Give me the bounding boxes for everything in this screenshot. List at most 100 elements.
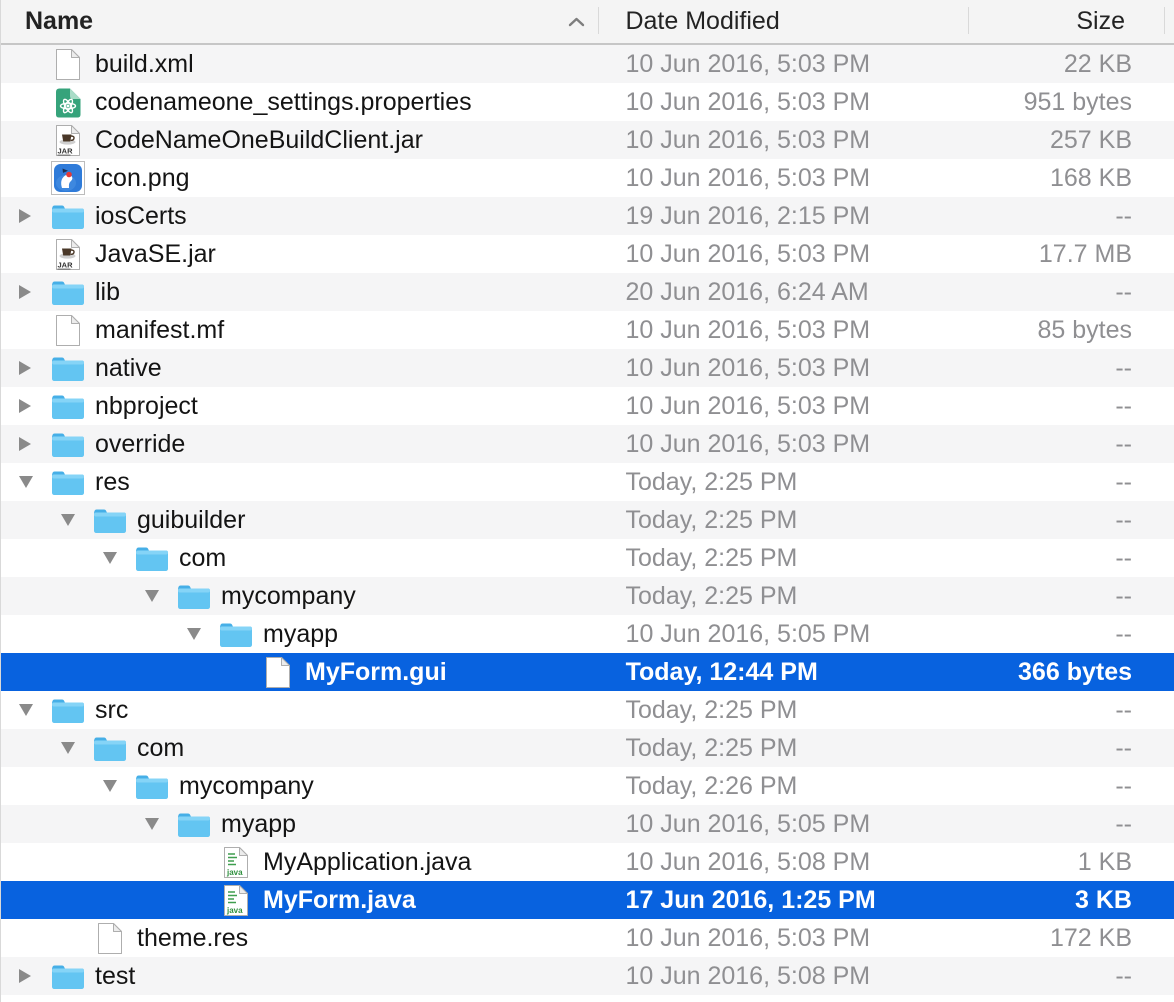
column-header-name[interactable]: Name [1, 0, 598, 43]
file-name-label: theme.res [137, 924, 248, 953]
file-name-label: icon.png [95, 164, 190, 193]
file-row[interactable]: com Today, 2:25 PM -- [1, 729, 1174, 767]
date-modified-cell: Today, 2:25 PM [599, 544, 969, 573]
disclosure-triangle[interactable] [19, 349, 45, 387]
size-cell: -- [968, 430, 1174, 459]
name-cell: mycompany [1, 577, 599, 615]
disclosure-triangle[interactable] [19, 197, 45, 235]
column-divider[interactable] [1164, 7, 1165, 34]
disclosure-triangle[interactable] [145, 805, 171, 843]
size-cell: 951 bytes [968, 88, 1174, 117]
java-file-icon: java [222, 846, 250, 879]
size-cell: -- [968, 962, 1174, 991]
date-modified-cell: 10 Jun 2016, 5:05 PM [599, 620, 969, 649]
file-row[interactable]: guibuilder Today, 2:25 PM -- [1, 501, 1174, 539]
icon-slot [177, 807, 211, 841]
disclosure-triangle[interactable] [19, 957, 45, 995]
file-row[interactable]: MyForm.gui Today, 12:44 PM 366 bytes [1, 653, 1174, 691]
file-row[interactable]: JAR JavaSE.jar 10 Jun 2016, 5:03 PM 17.7… [1, 235, 1174, 273]
icon-slot [219, 617, 253, 651]
icon-slot [51, 959, 85, 993]
name-cell: nbproject [1, 387, 598, 425]
column-header-bar: Name Date Modified Size [1, 0, 1174, 45]
file-row[interactable]: java MyApplication.java 10 Jun 2016, 5:0… [1, 843, 1174, 881]
image-thumbnail-icon [51, 161, 85, 195]
svg-text:JAR: JAR [58, 260, 74, 269]
disclosure-triangle[interactable] [19, 463, 45, 501]
folder-icon [51, 469, 85, 496]
size-cell: -- [968, 810, 1174, 839]
file-name-label: com [137, 734, 184, 763]
file-row[interactable]: theme.res 10 Jun 2016, 5:03 PM 172 KB [1, 919, 1174, 957]
date-modified-cell: 10 Jun 2016, 5:05 PM [599, 810, 969, 839]
file-name-label: nbproject [95, 392, 198, 421]
date-modified-cell: Today, 12:44 PM [599, 658, 969, 687]
folder-icon [51, 355, 85, 382]
folder-icon [51, 697, 85, 724]
file-row[interactable]: build.xml 10 Jun 2016, 5:03 PM 22 KB [1, 45, 1174, 83]
file-row[interactable]: res Today, 2:25 PM -- [1, 463, 1174, 501]
file-row[interactable]: native 10 Jun 2016, 5:03 PM -- [1, 349, 1174, 387]
file-name-label: MyForm.java [263, 886, 416, 915]
disclosure-triangle[interactable] [19, 273, 45, 311]
disclosure-triangle [19, 45, 45, 83]
file-row[interactable]: JAR CodeNameOneBuildClient.jar 10 Jun 20… [1, 121, 1174, 159]
icon-slot: JAR [51, 123, 85, 157]
icon-slot [261, 655, 295, 689]
column-header-size[interactable]: Size [968, 0, 1174, 43]
disclosure-triangle[interactable] [19, 691, 45, 729]
size-cell: -- [968, 620, 1174, 649]
disclosure-triangle[interactable] [145, 577, 171, 615]
date-modified-cell: 17 Jun 2016, 1:25 PM [599, 886, 969, 915]
file-name-label: manifest.mf [95, 316, 224, 345]
column-divider[interactable] [598, 7, 599, 34]
file-row[interactable]: codenameone_settings.properties 10 Jun 2… [1, 83, 1174, 121]
folder-icon [177, 583, 211, 610]
file-row[interactable]: nbproject 10 Jun 2016, 5:03 PM -- [1, 387, 1174, 425]
file-row[interactable]: myapp 10 Jun 2016, 5:05 PM -- [1, 615, 1174, 653]
date-modified-cell: Today, 2:25 PM [598, 734, 968, 763]
folder-icon [177, 811, 211, 838]
disclosure-triangle[interactable] [19, 387, 45, 425]
name-cell: icon.png [1, 159, 598, 197]
column-divider[interactable] [968, 7, 969, 34]
size-cell: -- [968, 582, 1174, 611]
name-cell: myapp [1, 615, 599, 653]
file-row[interactable]: com Today, 2:25 PM -- [1, 539, 1174, 577]
file-row[interactable]: myapp 10 Jun 2016, 5:05 PM -- [1, 805, 1174, 843]
icon-slot [51, 693, 85, 727]
file-row[interactable]: mycompany Today, 2:25 PM -- [1, 577, 1174, 615]
date-modified-cell: 10 Jun 2016, 5:03 PM [598, 164, 968, 193]
disclosure-triangle[interactable] [103, 767, 129, 805]
file-row[interactable]: icon.png 10 Jun 2016, 5:03 PM 168 KB [1, 159, 1174, 197]
svg-text:java: java [226, 868, 243, 877]
name-cell: theme.res [1, 919, 598, 957]
size-cell: 1 KB [968, 848, 1174, 877]
file-name-label: guibuilder [137, 506, 245, 535]
file-row[interactable]: test 10 Jun 2016, 5:08 PM -- [1, 957, 1174, 995]
column-header-date-modified[interactable]: Date Modified [598, 0, 968, 43]
file-row[interactable]: src Today, 2:25 PM -- [1, 691, 1174, 729]
disclosure-triangle[interactable] [187, 615, 213, 653]
file-row[interactable]: manifest.mf 10 Jun 2016, 5:03 PM 85 byte… [1, 311, 1174, 349]
file-row[interactable]: java MyForm.java 17 Jun 2016, 1:25 PM 3 … [1, 881, 1174, 919]
name-cell: myapp [1, 805, 599, 843]
file-row[interactable]: lib 20 Jun 2016, 6:24 AM -- [1, 273, 1174, 311]
disclosure-triangle[interactable] [61, 729, 87, 767]
name-cell: lib [1, 273, 598, 311]
size-cell: -- [968, 734, 1174, 763]
folder-icon [135, 773, 169, 800]
file-name-label: mycompany [179, 772, 314, 801]
file-row[interactable]: mycompany Today, 2:26 PM -- [1, 767, 1174, 805]
icon-slot [51, 47, 85, 81]
sort-ascending-chevron-icon [568, 17, 585, 27]
date-modified-cell: 20 Jun 2016, 6:24 AM [598, 278, 968, 307]
name-cell: codenameone_settings.properties [1, 83, 598, 121]
disclosure-triangle[interactable] [61, 501, 87, 539]
name-cell: test [1, 957, 598, 995]
disclosure-triangle[interactable] [19, 425, 45, 463]
disclosure-triangle[interactable] [103, 539, 129, 577]
document-icon [264, 656, 292, 689]
file-row[interactable]: override 10 Jun 2016, 5:03 PM -- [1, 425, 1174, 463]
file-row[interactable]: iosCerts 19 Jun 2016, 2:15 PM -- [1, 197, 1174, 235]
